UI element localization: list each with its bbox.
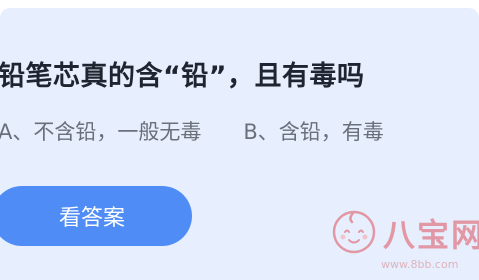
answer-options: A、不含铅，一般无毒 B、含铅，有毒 (0, 116, 384, 146)
option-b: B、含铅，有毒 (243, 120, 384, 144)
site-watermark: 八宝网 www.8bb.com (331, 204, 479, 276)
option-a: A、不含铅，一般无毒 (0, 120, 202, 144)
watermark-site-name: 八宝网 (383, 216, 479, 254)
watermark-url: www.8bb.com (381, 258, 459, 271)
baby-face-logo-icon (332, 210, 376, 254)
view-answer-button[interactable]: 看答案 (0, 186, 192, 246)
question-title: 铅笔芯真的含“铅”，且有毒吗 (0, 61, 365, 92)
page: 铅笔芯真的含“铅”，且有毒吗 A、不含铅，一般无毒 B、含铅，有毒 看答案 八宝网… (0, 0, 479, 280)
